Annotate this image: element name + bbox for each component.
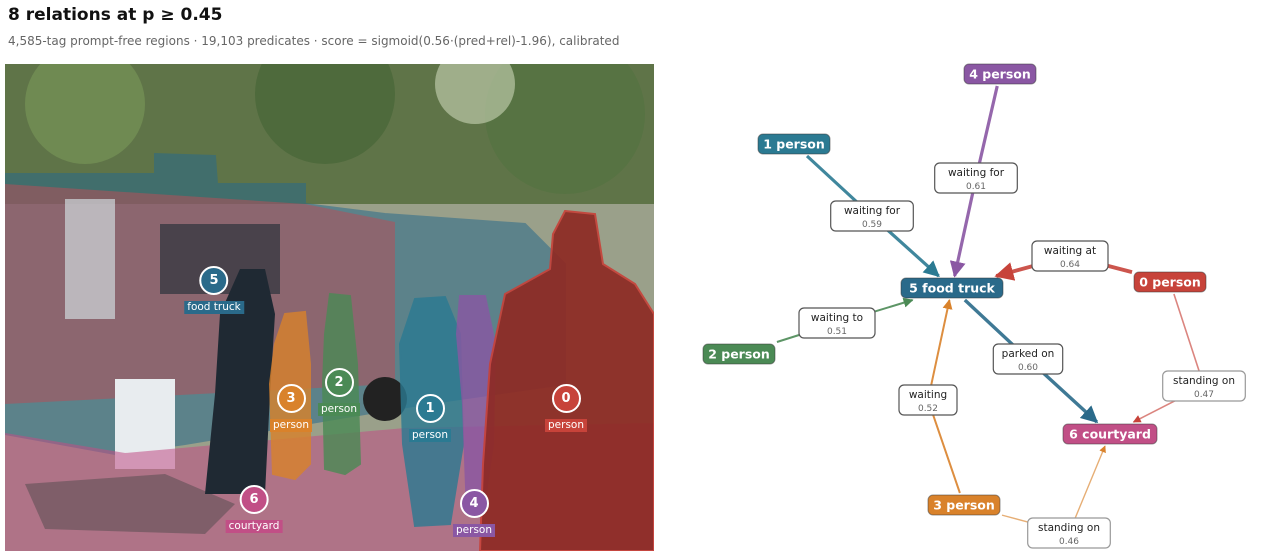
graph-node-0: 0 person xyxy=(1133,271,1207,293)
relation-score: 0.51 xyxy=(827,327,847,337)
relation-score: 0.46 xyxy=(1059,537,1079,547)
region-label: person xyxy=(270,419,312,432)
relation-predicate: parked on xyxy=(1002,348,1055,360)
segmented-photo: 0 person 1 person 2 person 3 person 4 pe… xyxy=(5,64,654,551)
relation-predicate: waiting for xyxy=(948,167,1005,179)
page-subtitle: 4,585-tag prompt-free regions · 19,103 p… xyxy=(8,34,620,48)
region-number: 0 xyxy=(551,384,581,413)
relation-label: standing on 0.46 xyxy=(1027,517,1111,549)
region-number: 4 xyxy=(459,489,489,518)
region-label: food truck xyxy=(184,301,244,314)
relation-predicate: waiting at xyxy=(1044,245,1096,257)
region-label: courtyard xyxy=(225,520,283,533)
relation-label: waiting to 0.51 xyxy=(798,307,876,339)
region-tag-2: 2 person xyxy=(318,368,360,416)
relation-label: waiting 0.52 xyxy=(898,384,958,416)
photo-canvas xyxy=(5,64,654,551)
region-label: person xyxy=(453,524,495,537)
graph-node-label: 0 person xyxy=(1139,275,1201,290)
region-label: person xyxy=(318,403,360,416)
relation-label: standing on 0.47 xyxy=(1162,370,1246,402)
graph-node-label: 5 food truck xyxy=(909,281,995,296)
relation-predicate: standing on xyxy=(1038,522,1100,534)
region-label: person xyxy=(545,419,587,432)
graph-node-label: 2 person xyxy=(708,347,770,362)
graph-node-label: 6 courtyard xyxy=(1069,427,1151,442)
relation-edge xyxy=(1132,293,1205,423)
region-tag-3: 3 person xyxy=(270,384,312,432)
relation-label: waiting at 0.64 xyxy=(1031,240,1109,272)
graph-node-3: 3 person xyxy=(927,494,1001,516)
region-number: 1 xyxy=(415,394,445,423)
relation-score: 0.52 xyxy=(918,404,938,414)
relation-score: 0.64 xyxy=(1060,260,1080,270)
region-label: person xyxy=(409,429,451,442)
graph-node-4: 4 person xyxy=(963,63,1037,85)
region-tag-5: 5 food truck xyxy=(184,266,244,314)
relation-score: 0.59 xyxy=(862,220,882,230)
graph-node-5: 5 food truck xyxy=(900,277,1004,299)
relation-predicate: waiting to xyxy=(811,312,863,324)
region-tag-1: 1 person xyxy=(409,394,451,442)
graph-node-2: 2 person xyxy=(702,343,776,365)
relation-score: 0.60 xyxy=(1018,363,1038,373)
nodes-layer: 0 person 1 person 2 person 3 person 4 person… xyxy=(702,63,1207,516)
relation-score: 0.47 xyxy=(1194,390,1214,400)
region-number: 6 xyxy=(239,485,269,514)
graph-node-1: 1 person xyxy=(757,133,831,155)
relation-graph: waiting for 0.59 waiting for 0.61 waiting at… xyxy=(702,63,1246,549)
relation-label: waiting for 0.59 xyxy=(830,200,914,232)
relation-score: 0.61 xyxy=(966,182,986,192)
region-tag-4: 4 person xyxy=(453,489,495,537)
relation-predicate: waiting for xyxy=(844,205,901,217)
region-tag-0: 0 person xyxy=(545,384,587,432)
graph-node-6: 6 courtyard xyxy=(1062,423,1158,445)
graph-node-label: 3 person xyxy=(933,498,995,513)
graph-node-label: 4 person xyxy=(969,67,1031,82)
region-number: 2 xyxy=(324,368,354,397)
graph-node-label: 1 person xyxy=(763,137,825,152)
page-title: 8 relations at p ≥ 0.45 xyxy=(8,5,223,25)
region-number: 3 xyxy=(276,384,306,413)
region-number: 5 xyxy=(199,266,229,295)
relation-predicate: waiting xyxy=(909,389,947,401)
truck-door xyxy=(65,199,115,319)
relation-label: parked on 0.60 xyxy=(992,343,1064,375)
relation-predicate: standing on xyxy=(1173,375,1235,387)
edge-labels-layer: waiting for 0.59 waiting for 0.61 waiting at… xyxy=(798,162,1246,549)
region-tag-6: 6 courtyard xyxy=(225,485,283,533)
relation-label: waiting for 0.61 xyxy=(934,162,1018,194)
